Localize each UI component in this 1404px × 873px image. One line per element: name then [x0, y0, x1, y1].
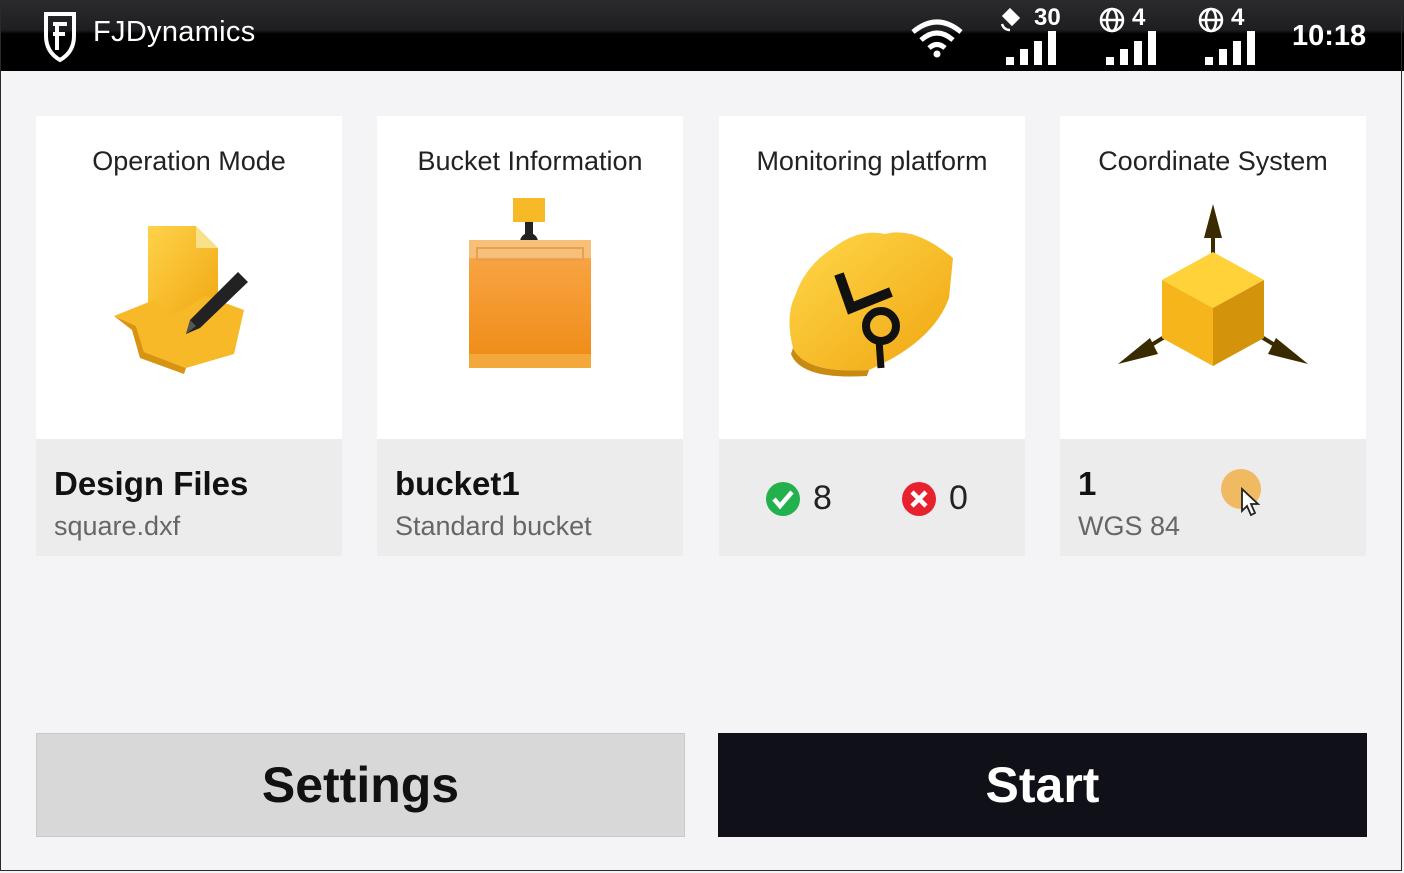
bucket-name: bucket1: [395, 465, 520, 502]
network-2-count: 4: [1231, 4, 1245, 31]
error-circle-icon: [902, 481, 936, 516]
globe-icon: [1099, 7, 1125, 33]
operation-mode-card[interactable]: Operation Mode Design Files square.dxf: [36, 116, 342, 556]
check-circle-icon: [766, 481, 800, 516]
offline-count: 0: [901, 479, 968, 518]
monitoring-platform-card[interactable]: Monitoring platform 8 0: [719, 116, 1025, 556]
card-title: Operation Mode: [92, 146, 286, 176]
card-footer: 8 0: [719, 439, 1025, 556]
online-count-value: 8: [813, 479, 832, 517]
clock: 10:18: [1292, 20, 1367, 52]
fjd-logo-icon: [44, 12, 76, 63]
card-title: Bucket Information: [417, 146, 643, 176]
coordinate-system-name: WGS 84: [1078, 511, 1181, 541]
card-footer: 1 WGS 84: [1060, 439, 1366, 556]
satellite-count: 30: [1034, 4, 1061, 31]
bucket-type: Standard bucket: [395, 511, 592, 541]
bucket-icon: [469, 198, 591, 368]
settings-button[interactable]: Settings: [36, 733, 685, 837]
mouse-cursor-icon: [1241, 487, 1261, 517]
operation-mode-value: Design Files: [54, 465, 249, 502]
card-title: Coordinate System: [1098, 146, 1328, 176]
satellite-icon: [1000, 7, 1021, 32]
start-button[interactable]: Start: [718, 733, 1367, 837]
globe-icon: [1198, 7, 1224, 33]
status-bar: FJDynamics 30 4 4 10:18: [0, 0, 1404, 71]
design-file-icon: [114, 226, 248, 374]
signal-bars-icon: [1106, 31, 1156, 65]
card-footer: bucket1 Standard bucket: [377, 439, 683, 556]
satellite-signal: 30: [998, 4, 1068, 66]
signal-bars-icon: [1205, 31, 1255, 65]
brand-name: FJDynamics: [93, 16, 256, 48]
coordinate-system-id: 1: [1078, 465, 1097, 502]
design-file-name: square.dxf: [54, 511, 181, 541]
coordinate-system-card[interactable]: Coordinate System 1 WGS 84: [1060, 116, 1366, 556]
card-footer: Design Files square.dxf: [36, 439, 342, 556]
shield-monitor-icon: [789, 232, 953, 377]
network-signal-2: 4: [1197, 4, 1267, 66]
wifi-icon: [911, 19, 963, 58]
card-title: Monitoring platform: [756, 146, 988, 176]
coordinate-cube-icon: [1118, 204, 1308, 366]
network-signal-1: 4: [1098, 4, 1168, 66]
bucket-information-card[interactable]: Bucket Information bucket1 Standard buck…: [377, 116, 683, 556]
online-count: 8: [765, 479, 832, 518]
network-1-count: 4: [1132, 4, 1146, 31]
offline-count-value: 0: [949, 479, 968, 517]
signal-bars-icon: [1006, 31, 1056, 65]
